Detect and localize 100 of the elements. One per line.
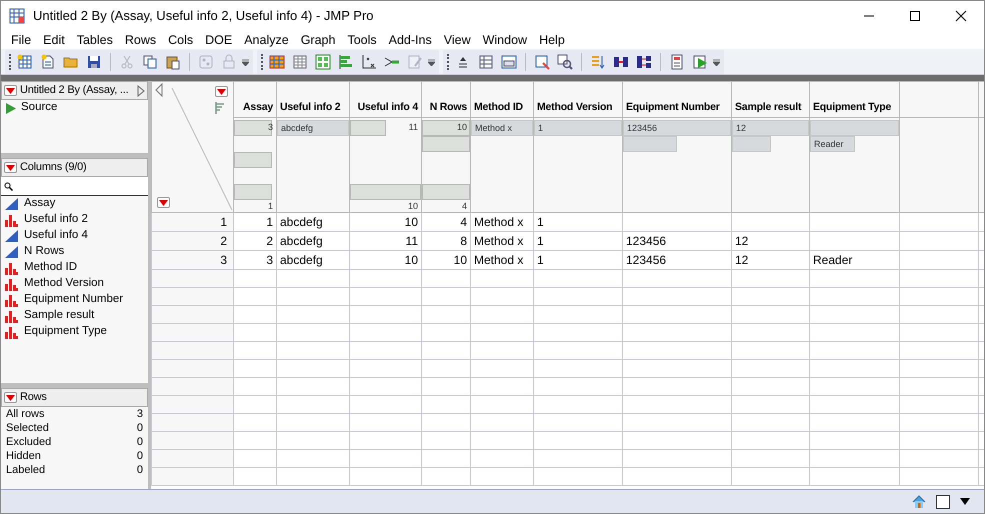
menu-item[interactable]: Tables [70, 31, 119, 49]
table-cell: 4 [422, 212, 470, 232]
table-cell: 1 [234, 212, 276, 232]
menu-item[interactable]: Window [476, 31, 534, 49]
menu-item[interactable]: View [438, 31, 477, 49]
histogram-bar: abcdefg [277, 120, 349, 136]
color-grid-icon[interactable] [269, 54, 285, 70]
column-header[interactable]: Equipment Number [622, 82, 732, 118]
row-number[interactable]: 3 [152, 250, 234, 270]
histogram-bar: 123456 [623, 120, 731, 136]
copy-icon[interactable] [142, 54, 158, 70]
column-item[interactable]: Equipment Type [24, 323, 107, 341]
maximize-icon[interactable] [907, 8, 923, 24]
magnifier-icon[interactable] [557, 54, 573, 70]
column-item[interactable]: Equipment Number [24, 291, 124, 309]
table-cell: 10 [350, 212, 422, 232]
bar-chart-icon[interactable] [338, 54, 354, 70]
tree-icon[interactable] [636, 54, 652, 70]
overflow-icon[interactable] [242, 58, 249, 66]
play-icon[interactable] [6, 102, 16, 114]
caret-icon[interactable] [960, 498, 970, 505]
histogram-bar: 12 [732, 120, 809, 136]
column-header[interactable]: N Rows [422, 82, 470, 118]
histogram-bar: Method x [471, 120, 533, 136]
overflow-icon[interactable] [428, 58, 435, 66]
table-cell: 12 [732, 250, 810, 270]
column-header[interactable]: Equipment Type [810, 82, 900, 118]
grid-icon[interactable] [478, 54, 494, 70]
play-icon[interactable] [692, 54, 708, 70]
column-item[interactable]: N Rows [24, 243, 64, 261]
column-item[interactable]: Useful info 4 [24, 227, 88, 245]
column-item[interactable]: Method Version [24, 275, 104, 293]
histogram-label: 3 [268, 121, 273, 134]
home-icon[interactable] [912, 495, 926, 508]
table-cell: 1 [534, 212, 622, 232]
column-item[interactable]: Useful info 2 [24, 211, 88, 229]
menu-item[interactable]: Add-Ins [382, 31, 438, 49]
table-icon [9, 8, 25, 24]
column-header[interactable]: Sample result [732, 82, 810, 118]
table-cell: abcdefg [276, 232, 350, 250]
menu-item[interactable]: Cols [162, 31, 200, 49]
stat-value: 3 [136, 407, 143, 421]
column-item[interactable]: Assay [24, 195, 56, 213]
column-header[interactable]: Method ID [470, 82, 534, 118]
paste-icon[interactable] [165, 54, 181, 70]
expand-icon[interactable] [137, 84, 145, 96]
menu-item[interactable]: Tools [341, 31, 383, 49]
dropdown-icon[interactable] [4, 162, 17, 173]
dropdown-icon[interactable] [157, 197, 170, 208]
table-cell: 123456 [622, 232, 732, 250]
square-icon[interactable] [936, 494, 950, 508]
search-field[interactable] [1, 177, 148, 196]
menu-item[interactable]: File [5, 31, 38, 49]
stat-value: 0 [136, 421, 143, 435]
panel-title: Columns (9/0) [20, 160, 86, 176]
page-icon[interactable] [40, 54, 56, 70]
menu-item[interactable]: Edit [37, 31, 71, 49]
table-cell: 3 [234, 250, 276, 270]
row-number[interactable]: 1 [152, 212, 234, 232]
stat-label: Hidden [6, 449, 41, 463]
row-number[interactable]: 2 [152, 232, 234, 250]
dropdown-icon[interactable] [215, 86, 228, 97]
menu-item[interactable]: Graph [294, 31, 342, 49]
grid-icon[interactable] [315, 54, 331, 70]
menu-item[interactable]: Analyze [238, 31, 295, 49]
column-header[interactable]: Useful info 4 [350, 82, 422, 118]
column-item[interactable]: Sample result [24, 307, 94, 325]
menu-item[interactable]: DOE [199, 31, 238, 49]
align-icon [215, 102, 225, 114]
table-cell: Method x [470, 250, 534, 270]
table-cell: 12 [732, 232, 810, 250]
table-cell: 2 [234, 232, 276, 250]
table-cell: abcdefg [276, 212, 350, 232]
script-item[interactable]: Source [21, 99, 58, 117]
column-header[interactable]: Assay [234, 82, 276, 118]
close-icon[interactable] [953, 8, 969, 24]
column-header[interactable]: Useful info 2 [276, 82, 350, 118]
stat-label: Labeled [6, 463, 46, 477]
histogram-bar: 1 [534, 120, 622, 136]
sort-icon[interactable] [590, 54, 606, 70]
menu-item[interactable]: Rows [118, 31, 162, 49]
column-header[interactable]: Method Version [534, 82, 622, 118]
histogram-label: 10 [408, 200, 418, 214]
table-cell: 11 [350, 232, 422, 250]
overflow-icon[interactable] [713, 58, 720, 66]
table-cell: 10 [350, 250, 422, 270]
table-icon[interactable] [17, 54, 33, 70]
stat-value: 0 [136, 463, 143, 477]
save-icon[interactable] [86, 54, 102, 70]
stat-value: 0 [136, 435, 143, 449]
column-item[interactable]: Method ID [24, 259, 78, 277]
table-cell: Method x [470, 212, 534, 232]
table-icon[interactable] [292, 54, 308, 70]
dropdown-icon[interactable] [4, 392, 17, 403]
table-cell: 10 [422, 250, 470, 270]
dropdown-icon[interactable] [4, 85, 17, 96]
histogram-bar: Reader [810, 136, 854, 152]
table-cell: 1 [534, 232, 622, 250]
table-cell: 8 [422, 232, 470, 250]
menu-item[interactable]: Help [533, 31, 571, 49]
